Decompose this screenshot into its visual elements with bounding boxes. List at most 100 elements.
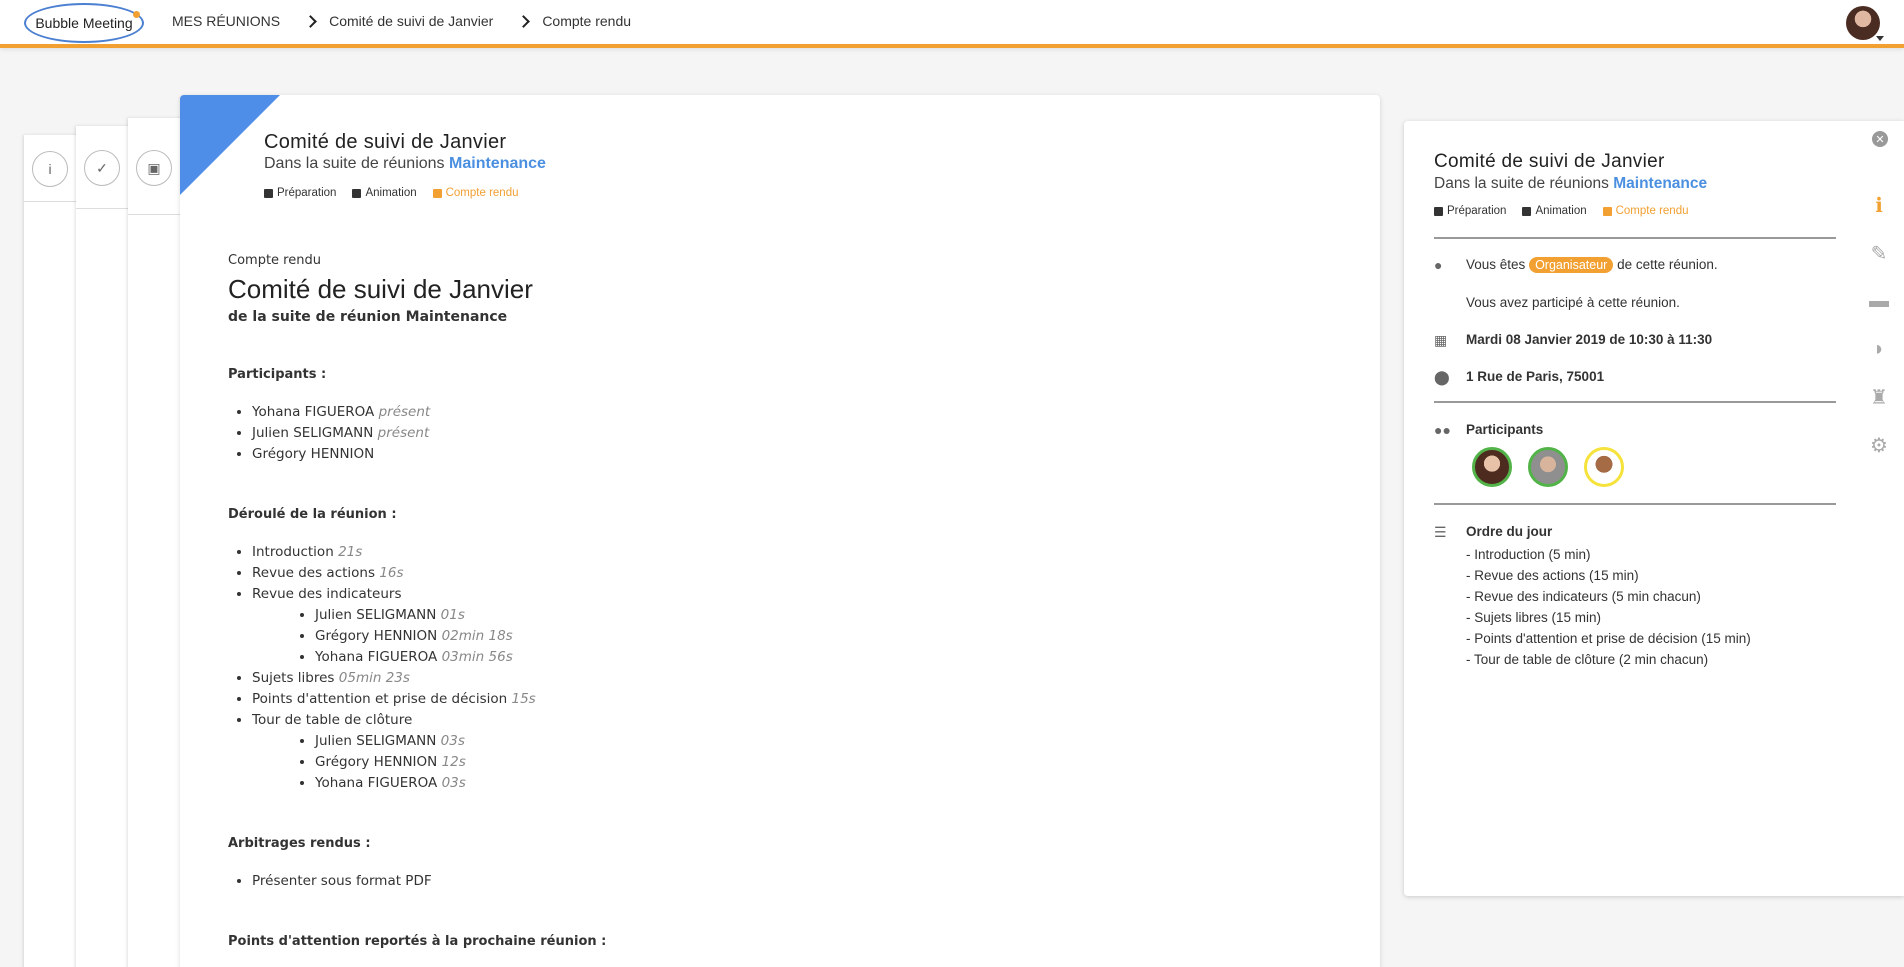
divider (1434, 503, 1836, 505)
user-avatar[interactable] (1846, 6, 1880, 40)
role-text: Vous êtes Organisateur de cette réunion. (1466, 257, 1718, 273)
item-label: Julien SELIGMANN (315, 607, 437, 623)
item-duration: 03s (440, 733, 465, 749)
date-row: ▦ Mardi 08 Janvier 2019 de 10:30 à 11:30 (1434, 332, 1712, 349)
stack-tab-info[interactable]: i (24, 135, 84, 967)
item-duration: 03s (441, 775, 466, 791)
agenda-label: Ordre du jour (1466, 524, 1553, 539)
arbitrages-list: Présenter sous format PDF (252, 871, 1328, 892)
edit-icon (432, 188, 442, 198)
item-duration: 05min 23s (338, 670, 410, 686)
list-item: Yohana FIGUEROA 03s (315, 773, 1328, 794)
tab-preparation[interactable]: Préparation (264, 187, 336, 199)
item-duration: 21s (338, 544, 363, 560)
avatar[interactable] (1528, 447, 1568, 487)
caret-down-icon[interactable] (1876, 36, 1884, 41)
item-duration: 15s (511, 691, 536, 707)
checklist-icon (264, 188, 273, 198)
agenda-list: - Introduction (5 min) - Revue des actio… (1466, 544, 1751, 670)
folder-icon[interactable]: ▬ (1866, 288, 1892, 314)
stack-tab-preparation[interactable]: ✓ (76, 126, 136, 967)
list-item: Présenter sous format PDF (252, 871, 1328, 892)
list-item: Tour de table de clôture Julien SELIGMAN… (252, 710, 1328, 794)
breadcrumb-item-mes-reunions[interactable]: MES RÉUNIONS (172, 13, 280, 29)
tab-label: Préparation (277, 187, 337, 199)
tab-animation[interactable]: Animation (1522, 205, 1587, 217)
doc-subtitle: de la suite de réunion Maintenance (228, 309, 508, 325)
users-icon: ●● (1434, 422, 1451, 438)
list-item: Grégory HENNION 12s (315, 752, 1328, 773)
tab-label: Préparation (1447, 205, 1507, 217)
tab-animation[interactable]: Animation (352, 187, 417, 199)
participation-text: Vous avez participé à cette réunion. (1466, 295, 1680, 310)
role-row: ● Vous êtes Organisateur de cette réunio… (1434, 257, 1718, 273)
chat-icon[interactable]: ◗ (1866, 336, 1892, 362)
series-prefix: Dans la suite de réunions (1434, 175, 1609, 192)
top-bar: Bubble Meeting MES RÉUNIONS Comité de su… (0, 0, 1904, 48)
series-prefix: Dans la suite de réunions (264, 155, 445, 172)
breadcrumb-item-meeting[interactable]: Comité de suivi de Janvier (329, 13, 493, 29)
breadcrumb-item-compte-rendu[interactable]: Compte rendu (542, 13, 631, 29)
logo[interactable]: Bubble Meeting (24, 3, 144, 43)
info-icon[interactable]: ℹ (1866, 192, 1892, 218)
doc-title: Comité de suivi de Janvier (228, 274, 533, 304)
presentation-icon[interactable]: ▣ (136, 150, 172, 186)
list-item: Introduction 21s (252, 542, 1328, 563)
tab-label: Animation (365, 187, 417, 199)
report-content: Compte rendu Comité de suivi de Janvier … (228, 253, 1328, 949)
tab-compte-rendu[interactable]: Compte rendu (1602, 205, 1689, 217)
participant-name: Julien SELIGMANN (252, 425, 374, 441)
list-item: Julien SELIGMANN 03s (315, 731, 1328, 752)
logo-text: Bubble Meeting (35, 15, 133, 31)
agenda-item: - Points d'attention et prise de décisio… (1466, 631, 1751, 646)
checklist-icon[interactable]: ✓ (84, 150, 120, 186)
gear-icon[interactable]: ⚙ (1866, 432, 1892, 458)
divider (24, 201, 84, 202)
edit-icon (1602, 206, 1612, 216)
item-label: Grégory HENNION (315, 628, 438, 644)
tab-preparation[interactable]: Préparation (1434, 205, 1506, 217)
user-icon: ● (1434, 257, 1443, 273)
agenda-row: ☰ Ordre du jour (1434, 524, 1552, 541)
meeting-address: 1 Rue de Paris, 75001 (1466, 369, 1605, 384)
list-item: Julien SELIGMANN présent (252, 423, 1328, 444)
tab-label: Compte rendu (1615, 205, 1689, 217)
calendar-icon: ▦ (1434, 332, 1448, 348)
divider (76, 208, 136, 209)
series-link[interactable]: Maintenance (449, 155, 546, 172)
participant-status: présent (377, 425, 430, 441)
series-link[interactable]: Maintenance (1613, 175, 1707, 192)
spy-icon[interactable]: ♜ (1866, 384, 1892, 410)
stack-tab-animation[interactable]: ▣ (128, 118, 188, 967)
list-item: Points d'attention et prise de décision … (252, 689, 1328, 710)
sub-list: Julien SELIGMANN 03s Grégory HENNION 12s… (315, 731, 1328, 794)
meeting-series: Dans la suite de réunions Maintenance (264, 155, 546, 173)
participants-row: ●● Participants (1434, 422, 1543, 438)
avatar[interactable] (1472, 447, 1512, 487)
list-item: Sujets libres 05min 23s (252, 668, 1328, 689)
item-label: Julien SELIGMANN (315, 733, 437, 749)
agenda-item: - Tour de table de clôture (2 min chacun… (1466, 652, 1709, 667)
chevron-right-icon (304, 14, 317, 28)
section-participants: Participants : (228, 367, 327, 382)
sub-list: Julien SELIGMANN 01s Grégory HENNION 02m… (315, 605, 1328, 668)
participants-label: Participants (1466, 422, 1544, 437)
checklist-icon (1434, 206, 1443, 216)
item-label: Tour de table de clôture (252, 712, 413, 728)
close-icon[interactable]: ✕ (1872, 131, 1888, 147)
info-icon[interactable]: i (32, 151, 68, 187)
item-duration: 02min 18s (441, 628, 513, 644)
signature-icon[interactable]: ✎ (1866, 240, 1892, 266)
list-icon: ☰ (1434, 524, 1447, 540)
item-label: Introduction (252, 544, 334, 560)
list-item: Yohana FIGUEROA 03min 56s (315, 647, 1328, 668)
doc-label: Compte rendu (228, 253, 321, 268)
tab-compte-rendu[interactable]: Compte rendu (432, 187, 518, 199)
role-badge: Organisateur (1529, 257, 1614, 273)
item-label: Revue des actions (252, 565, 376, 581)
section-deroule: Déroulé de la réunion : (228, 507, 397, 522)
agenda-item: - Revue des indicateurs (5 min chacun) (1466, 589, 1701, 604)
avatar[interactable] (1584, 447, 1624, 487)
report-card: Comité de suivi de Janvier Dans la suite… (180, 95, 1380, 967)
item-duration: 03min 56s (441, 649, 513, 665)
